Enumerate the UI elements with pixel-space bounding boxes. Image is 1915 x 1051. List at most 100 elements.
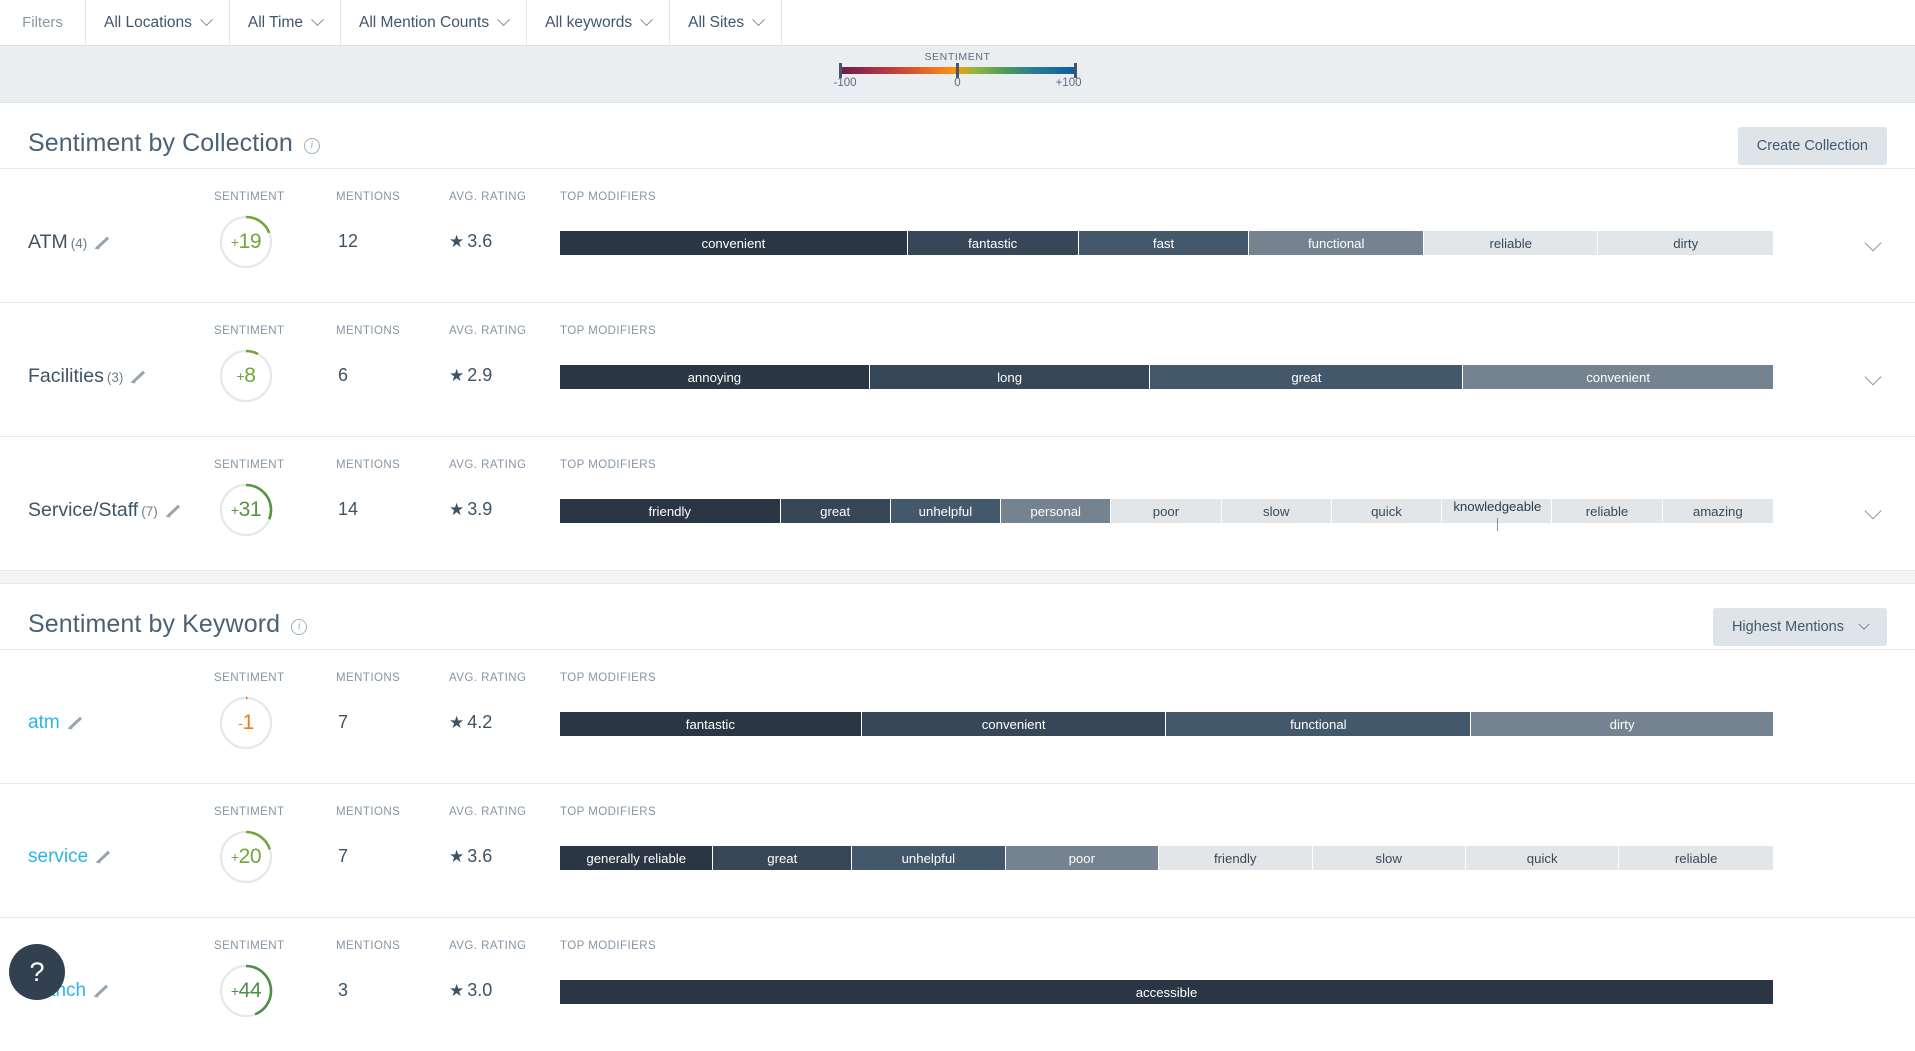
filter-all-time[interactable]: All Time [230, 0, 341, 45]
sentiment-sign: + [231, 502, 239, 518]
mentions-value: 12 [338, 231, 358, 252]
sentiment-donut: -1 [218, 695, 274, 751]
modifier-segment[interactable]: convenient [1463, 365, 1773, 389]
modifier-segment[interactable]: annoying [560, 365, 870, 389]
column-header-rating: AVG. RATING [449, 191, 526, 203]
modifier-segment[interactable]: fast [1079, 231, 1250, 255]
sentiment-legend-title: SENTIMENT [834, 51, 1082, 63]
sentiment-legend-scale: -100 0 +100 [834, 77, 1082, 91]
row-name[interactable]: ATM(4) [28, 231, 110, 254]
modifier-segment[interactable]: generally reliable [560, 846, 713, 870]
filter-all-locations[interactable]: All Locations [86, 0, 230, 45]
table-row: SENTIMENTMENTIONSAVG. RATINGTOP MODIFIER… [0, 168, 1915, 302]
modifier-segment[interactable]: dirty [1598, 231, 1773, 255]
modifier-segment[interactable]: fantastic [560, 712, 862, 736]
modifier-segment[interactable]: reliable [1424, 231, 1599, 255]
filter-all-mention-counts[interactable]: All Mention Counts [341, 0, 527, 45]
info-icon[interactable]: i [304, 138, 320, 154]
chevron-down-icon [311, 13, 324, 26]
row-name[interactable]: Service/Staff(7) [28, 499, 181, 522]
modifier-segment[interactable]: amazing [1663, 499, 1773, 523]
edit-pencil-icon[interactable] [131, 369, 146, 384]
modifier-segment[interactable]: friendly [560, 499, 781, 523]
modifier-segment[interactable]: slow [1313, 846, 1466, 870]
edit-pencil-icon[interactable] [95, 235, 110, 250]
modifier-segment[interactable]: personal [1001, 499, 1111, 523]
row-name[interactable]: atm [28, 712, 83, 734]
rating-value: ★2.9 [449, 365, 492, 386]
modifier-segment[interactable]: great [713, 846, 852, 870]
column-header-modifiers: TOP MODIFIERS [560, 191, 656, 203]
row-name[interactable]: Facilities(3) [28, 365, 146, 388]
table-row: SENTIMENTMENTIONSAVG. RATINGTOP MODIFIER… [0, 649, 1915, 783]
column-header-mentions: MENTIONS [336, 459, 400, 471]
collection-section-header: Sentiment by Collection i Create Collect… [0, 103, 1915, 168]
filter-all-time-label: All Time [248, 14, 303, 32]
column-header-mentions: MENTIONS [336, 940, 400, 952]
top-modifiers-bar: convenientfantasticfastfunctionalreliabl… [560, 231, 1773, 255]
row-name[interactable]: service [28, 846, 111, 868]
modifier-segment[interactable]: quick [1466, 846, 1619, 870]
info-icon[interactable]: i [291, 619, 307, 635]
filter-bar: Filters All Locations All Time All Menti… [0, 0, 1915, 46]
modifier-segment[interactable]: functional [1166, 712, 1471, 736]
modifier-segment[interactable]: fantastic [908, 231, 1079, 255]
modifier-segment[interactable]: great [781, 499, 891, 523]
column-header-modifiers: TOP MODIFIERS [560, 325, 656, 337]
sentiment-number: 31 [239, 498, 262, 522]
column-header-rating: AVG. RATING [449, 325, 526, 337]
modifier-segment[interactable]: quick [1332, 499, 1442, 523]
edit-pencil-icon[interactable] [166, 503, 181, 518]
top-modifiers-bar: friendlygreatunhelpfulpersonalpoorslowqu… [560, 499, 1773, 523]
sentiment-number: 44 [239, 979, 262, 1003]
help-button[interactable]: ? [9, 944, 65, 1000]
row-count: (3) [107, 370, 124, 385]
table-row: SENTIMENTMENTIONSAVG. RATINGTOP MODIFIER… [0, 783, 1915, 917]
sentiment-number: 1 [242, 711, 253, 735]
column-header-mentions: MENTIONS [336, 325, 400, 337]
modifier-segment[interactable]: convenient [560, 231, 908, 255]
column-header-mentions: MENTIONS [336, 191, 400, 203]
modifier-segment[interactable]: slow [1222, 499, 1332, 523]
edit-pencil-icon[interactable] [96, 849, 111, 864]
keyword-section-action: Highest Mentions [1713, 608, 1887, 646]
filter-all-sites[interactable]: All Sites [670, 0, 782, 45]
modifier-segment[interactable]: functional [1249, 231, 1424, 255]
modifier-segment[interactable]: accessible [560, 980, 1773, 1004]
modifier-segment[interactable]: poor [1111, 499, 1221, 523]
mentions-value: 3 [338, 980, 348, 1001]
modifier-segment[interactable]: unhelpful [852, 846, 1005, 870]
legend-max-label: +100 [1056, 77, 1082, 89]
column-header-sentiment: SENTIMENT [214, 325, 285, 337]
section-divider [0, 570, 1915, 584]
sort-dropdown-label: Highest Mentions [1732, 619, 1844, 635]
expand-row-chevron-icon[interactable] [1865, 503, 1882, 520]
modifier-segment[interactable]: long [870, 365, 1151, 389]
star-icon: ★ [449, 500, 464, 519]
edit-pencil-icon[interactable] [94, 983, 109, 998]
modifier-segment[interactable]: convenient [862, 712, 1167, 736]
expand-row-chevron-icon[interactable] [1865, 369, 1882, 386]
modifier-segment[interactable]: dirty [1471, 712, 1773, 736]
sort-dropdown[interactable]: Highest Mentions [1713, 608, 1887, 646]
modifier-segment[interactable]: friendly [1159, 846, 1312, 870]
star-icon: ★ [449, 366, 464, 385]
modifier-segment[interactable]: poor [1006, 846, 1159, 870]
callout-leader-line [1497, 518, 1498, 531]
chevron-down-icon [1858, 619, 1869, 630]
modifier-segment[interactable]: unhelpful [891, 499, 1001, 523]
sentiment-legend: SENTIMENT -100 0 +100 [834, 51, 1082, 91]
chevron-down-icon [200, 13, 213, 26]
filter-all-keywords[interactable]: All keywords [527, 0, 670, 45]
modifier-segment[interactable]: reliable [1552, 499, 1662, 523]
sentiment-donut: +8 [218, 348, 274, 404]
create-collection-button[interactable]: Create Collection [1738, 127, 1887, 165]
rating-value: ★3.0 [449, 980, 492, 1001]
edit-pencil-icon[interactable] [68, 715, 83, 730]
modifier-segment[interactable]: reliable [1619, 846, 1772, 870]
chevron-down-icon [752, 13, 765, 26]
column-header-rating: AVG. RATING [449, 459, 526, 471]
expand-row-chevron-icon[interactable] [1865, 235, 1882, 252]
filters-label: Filters [0, 0, 86, 45]
modifier-segment[interactable]: great [1150, 365, 1463, 389]
